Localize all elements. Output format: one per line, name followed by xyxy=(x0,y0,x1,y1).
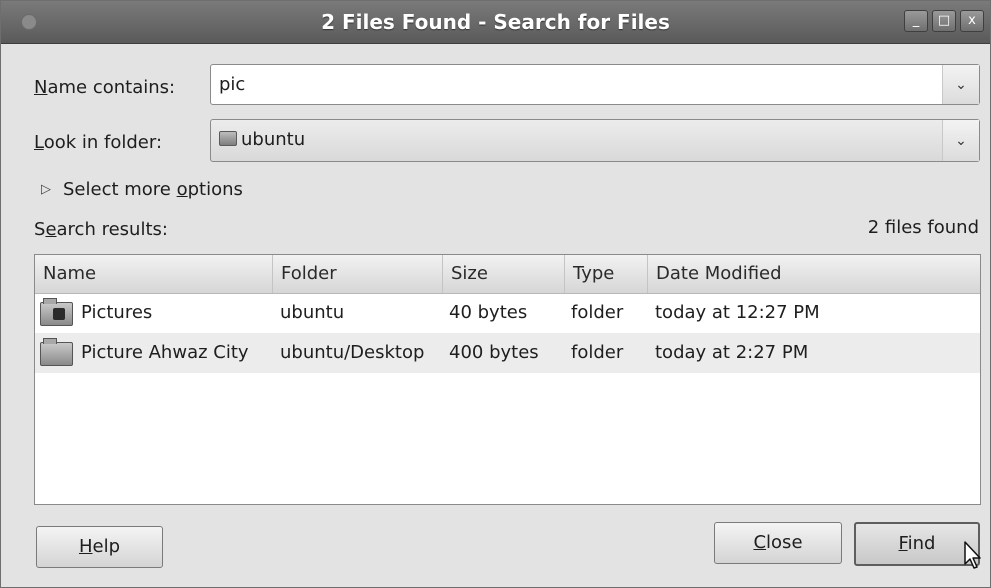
row-folder: ubuntu xyxy=(280,302,345,323)
close-window-button[interactable]: x xyxy=(960,10,984,32)
search-results-label: Search results: xyxy=(34,219,168,240)
row-type: folder xyxy=(571,302,624,323)
maximize-button[interactable]: □ xyxy=(932,10,956,32)
look-in-folder-combo[interactable]: ubuntu ⌄ xyxy=(210,119,980,162)
close-button[interactable]: Close xyxy=(714,522,842,564)
expander-triangle-icon: ▷ xyxy=(41,182,51,197)
select-more-options-label: Select more options xyxy=(63,179,243,200)
name-contains-dropdown-button[interactable]: ⌄ xyxy=(942,65,979,104)
name-contains-input[interactable]: pic xyxy=(219,74,245,95)
row-name: Pictures xyxy=(81,302,153,323)
row-folder: ubuntu/Desktop xyxy=(280,342,425,363)
window-title: 2 Files Found - Search for Files xyxy=(321,10,670,34)
column-header-size[interactable]: Size xyxy=(443,255,565,293)
row-type: folder xyxy=(571,342,624,363)
row-date-modified: today at 12:27 PM xyxy=(655,302,820,323)
select-more-options-expander[interactable]: ▷ Select more options xyxy=(41,179,243,200)
help-button[interactable]: Help xyxy=(36,526,163,568)
files-found-count: 2 files found xyxy=(867,217,979,238)
title-bar[interactable]: 2 Files Found - Search for Files _ □ x xyxy=(1,1,990,44)
chevron-down-icon: ⌄ xyxy=(955,132,967,149)
home-folder-icon xyxy=(219,131,237,146)
table-row[interactable]: Picture Ahwaz City ubuntu/Desktop 400 by… xyxy=(35,333,980,373)
row-size: 400 bytes xyxy=(449,342,539,363)
pictures-folder-icon xyxy=(40,298,73,326)
table-row[interactable]: Pictures ubuntu 40 bytes folder today at… xyxy=(35,293,980,333)
chevron-down-icon: ⌄ xyxy=(955,76,967,93)
window-controls: _ □ x xyxy=(904,10,984,32)
search-for-files-dialog: 2 Files Found - Search for Files _ □ x N… xyxy=(0,0,991,588)
row-size: 40 bytes xyxy=(449,302,528,323)
name-contains-label: Name contains: xyxy=(34,77,176,98)
column-header-date-modified[interactable]: Date Modified xyxy=(648,255,980,293)
name-contains-combo[interactable]: pic ⌄ xyxy=(210,64,980,105)
find-button[interactable]: Find xyxy=(854,522,980,566)
look-in-folder-value: ubuntu xyxy=(219,129,305,150)
folder-icon xyxy=(40,338,73,366)
look-in-folder-label: Look in folder: xyxy=(34,132,163,153)
column-header-folder[interactable]: Folder xyxy=(273,255,443,293)
look-in-folder-dropdown-button[interactable]: ⌄ xyxy=(942,120,979,161)
column-header-name[interactable]: Name xyxy=(35,255,273,293)
mouse-pointer-icon xyxy=(964,541,981,569)
search-results-table[interactable]: Name Folder Size Type Date Modified Pict… xyxy=(34,254,981,505)
row-date-modified: today at 2:27 PM xyxy=(655,342,809,363)
column-header-type[interactable]: Type xyxy=(565,255,648,293)
table-header: Name Folder Size Type Date Modified xyxy=(35,255,980,294)
row-name: Picture Ahwaz City xyxy=(81,342,249,363)
minimize-button[interactable]: _ xyxy=(904,10,928,32)
